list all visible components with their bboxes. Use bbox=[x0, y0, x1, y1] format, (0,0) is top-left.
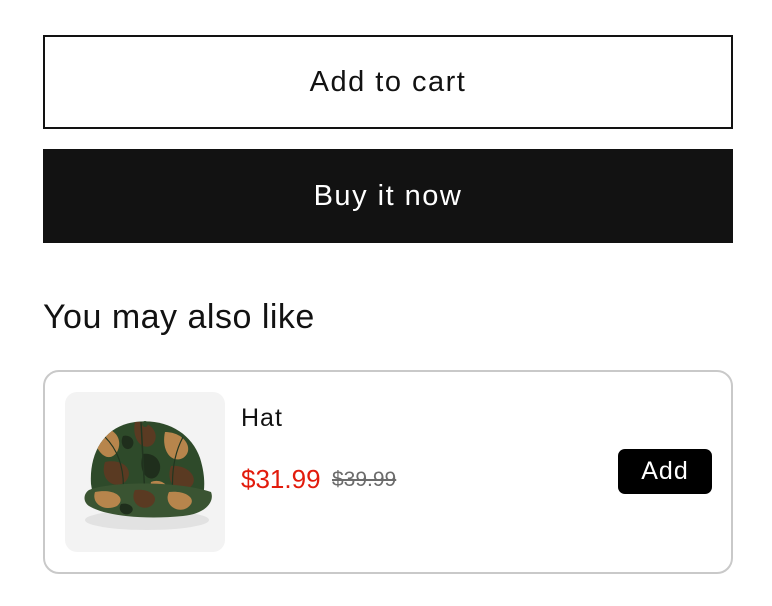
product-title[interactable]: Hat bbox=[241, 402, 283, 434]
compare-at-price: $39.99 bbox=[332, 468, 397, 491]
product-card: Hat $31.99 $39.99 Add bbox=[43, 370, 733, 574]
product-page: Add to cart Buy it now You may also like bbox=[0, 0, 772, 606]
product-image[interactable] bbox=[65, 392, 225, 552]
add-button[interactable]: Add bbox=[618, 449, 712, 494]
sale-price: $31.99 bbox=[241, 464, 321, 494]
recommendations-heading: You may also like bbox=[43, 298, 315, 336]
camo-cap-icon bbox=[84, 421, 212, 530]
add-to-cart-button[interactable]: Add to cart bbox=[43, 35, 733, 129]
buy-it-now-button[interactable]: Buy it now bbox=[43, 149, 733, 243]
